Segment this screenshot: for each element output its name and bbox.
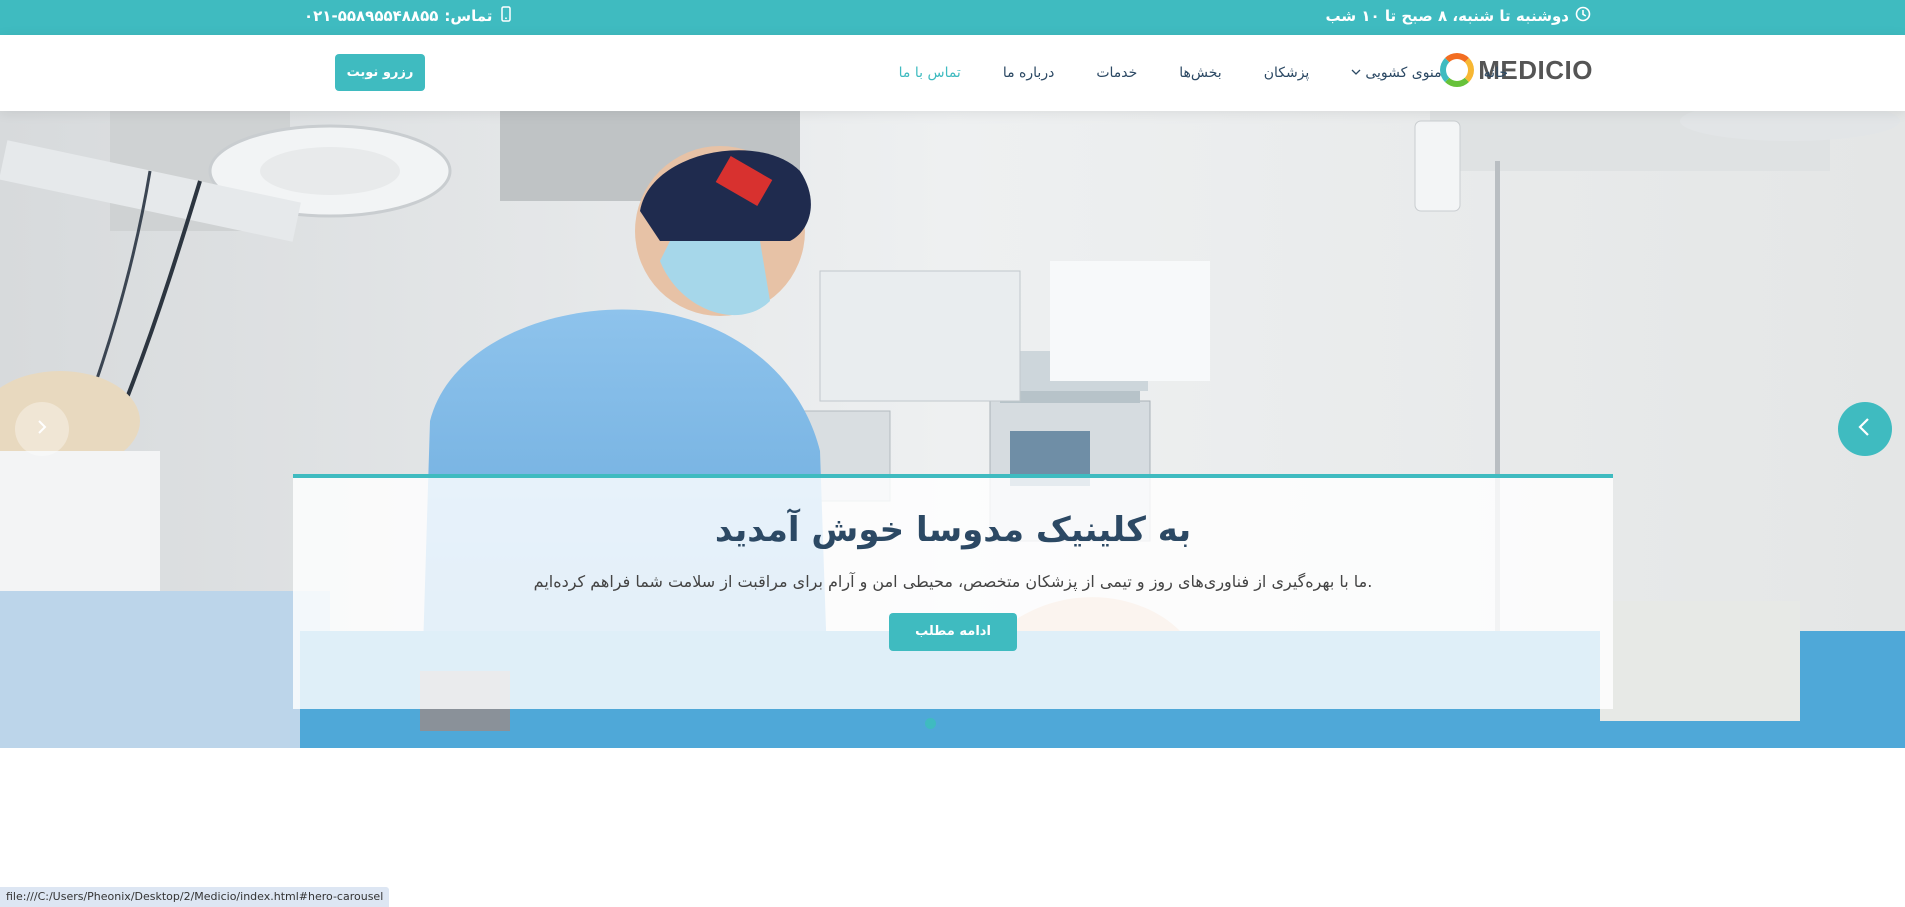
hero-caption: به کلینیک مدوسا خوش آمدید .ما با بهره‌گی… xyxy=(293,474,1613,709)
nav-doctors-label: پزشکان xyxy=(1263,65,1310,81)
carousel-dot[interactable] xyxy=(925,718,936,729)
carousel-indicators xyxy=(925,718,936,729)
chevron-right-icon xyxy=(33,418,51,440)
carousel-next-button[interactable] xyxy=(1838,402,1892,456)
chevron-down-icon xyxy=(1351,67,1361,80)
nav-contact-label: تماس با ما xyxy=(898,65,961,81)
browser-status-bar: file:///C:/Users/Pheonix/Desktop/2/Medic… xyxy=(0,887,390,907)
nav-home-label: خانه xyxy=(1483,65,1508,81)
nav-home[interactable]: خانه xyxy=(1463,65,1529,81)
chevron-left-icon xyxy=(1854,416,1876,442)
contact-info: تماس: ۰۲۱-۵۵۸۹۵۵۴۸۸۵۵ xyxy=(304,6,514,26)
hero-title: به کلینیک مدوسا خوش آمدید xyxy=(714,510,1192,550)
hero-carousel: به کلینیک مدوسا خوش آمدید .ما با بهره‌گی… xyxy=(0,111,1905,748)
contact-label: تماس: xyxy=(444,7,493,25)
nav-dropdown[interactable]: منوی کشویی xyxy=(1330,65,1462,81)
nav-departments[interactable]: بخش‌ها xyxy=(1158,65,1242,81)
nav-about[interactable]: درباره ما xyxy=(982,65,1075,81)
nav-about-label: درباره ما xyxy=(1002,65,1055,81)
nav-services-label: خدمات xyxy=(1096,65,1138,81)
site-header: MEDICIO خانه منوی کشویی پزشکان بخش‌ها خد… xyxy=(0,35,1905,111)
main-nav: خانه منوی کشویی پزشکان بخش‌ها خدمات دربا… xyxy=(878,35,1529,111)
nav-doctors[interactable]: پزشکان xyxy=(1243,65,1331,81)
working-hours: دوشنبه تا شنبه، ۸ صبح تا ۱۰ شب xyxy=(1325,6,1591,26)
nav-departments-label: بخش‌ها xyxy=(1179,65,1222,81)
nav-services[interactable]: خدمات xyxy=(1075,65,1158,81)
carousel-prev-button[interactable] xyxy=(15,402,69,456)
clock-icon xyxy=(1575,6,1591,26)
top-bar: دوشنبه تا شنبه، ۸ صبح تا ۱۰ شب تماس: ۰۲۱… xyxy=(0,0,1905,35)
hero-subtitle: .ما با بهره‌گیری از فناوری‌های روز و تیم… xyxy=(533,572,1373,591)
phone-icon xyxy=(498,6,514,26)
contact-phone[interactable]: ۰۲۱-۵۵۸۹۵۵۴۸۸۵۵ xyxy=(304,7,438,25)
nav-contact[interactable]: تماس با ما xyxy=(878,65,982,81)
appointment-button[interactable]: رزرو نوبت xyxy=(335,54,425,91)
read-more-button[interactable]: ادامه مطلب xyxy=(889,613,1017,651)
nav-dropdown-label: منوی کشویی xyxy=(1365,65,1442,81)
working-hours-text: دوشنبه تا شنبه، ۸ صبح تا ۱۰ شب xyxy=(1325,7,1569,25)
